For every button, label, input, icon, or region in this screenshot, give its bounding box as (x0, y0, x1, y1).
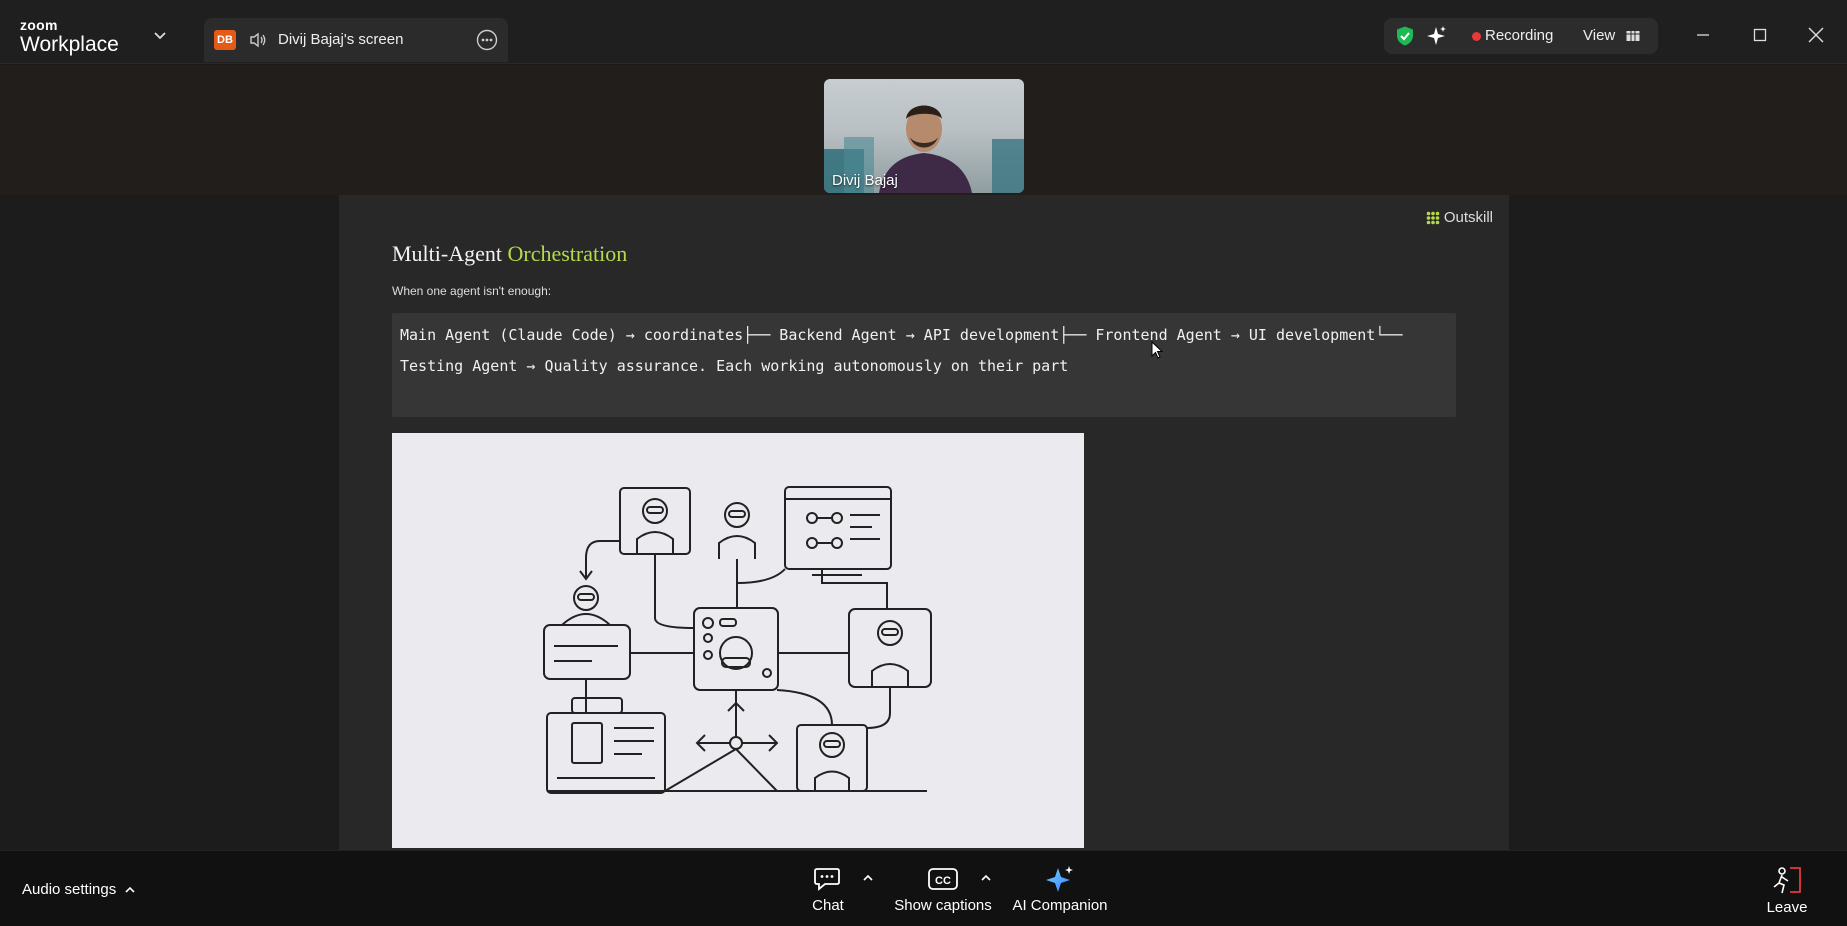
presenter-badge: DB (214, 30, 236, 50)
brand-logo: Outskill (1426, 209, 1493, 226)
code-block: Main Agent (Claude Code) → coordinates├─… (392, 313, 1456, 417)
ai-sparkle-icon[interactable] (1426, 25, 1448, 47)
captions-options-chevron-icon[interactable] (980, 873, 992, 883)
slide-title-main: Multi-Agent (392, 241, 502, 266)
code-line: Testing Agent → Quality assurance. Each … (400, 357, 1069, 375)
leave-label: Leave (1766, 899, 1808, 916)
chat-bubble-icon (814, 868, 840, 891)
view-button-label[interactable]: View (1583, 27, 1615, 44)
chat-label: Chat (812, 897, 844, 914)
leave-exit-icon (1773, 867, 1801, 894)
shared-screen-stage: Outskill Multi-Agent Orchestration When … (0, 195, 1847, 850)
maximize-icon[interactable] (1745, 20, 1775, 50)
show-captions-label: Show captions (894, 897, 992, 914)
ai-companion-sparkle-icon (1046, 866, 1073, 892)
zoom-workplace-logo: zoom Workplace (20, 18, 119, 55)
participant-video-tile[interactable]: Divij Bajaj (824, 79, 1024, 193)
slide-subtitle: When one agent isn't enough: (392, 284, 552, 298)
captions-icon-text: CC (935, 875, 951, 887)
more-options-icon[interactable] (476, 29, 498, 51)
participant-name-label: Divij Bajaj (832, 172, 898, 189)
minimize-icon[interactable] (1688, 20, 1718, 50)
video-strip: Divij Bajaj (0, 65, 1847, 195)
ai-companion-button[interactable]: AI Companion (1010, 865, 1110, 914)
chat-button[interactable]: Chat (808, 865, 848, 914)
chat-options-chevron-icon[interactable] (862, 873, 874, 883)
chevron-down-icon[interactable] (152, 30, 168, 42)
meeting-toolbar: Audio settings Chat CC Show captions AI … (0, 850, 1847, 926)
chevron-up-icon (125, 886, 135, 893)
code-line: Main Agent (Claude Code) → coordinates├─… (400, 326, 1403, 344)
screen-share-tab[interactable]: DB Divij Bajaj's screen (204, 18, 508, 62)
brand-label: Outskill (1443, 209, 1493, 226)
meeting-status-pill: Recording View (1384, 18, 1658, 54)
mouse-pointer-icon (1151, 341, 1163, 359)
leave-button[interactable]: Leave (1762, 865, 1812, 916)
slide-title-accent: Orchestration (507, 241, 628, 266)
view-grid-icon[interactable] (1626, 29, 1640, 43)
audio-settings-button[interactable]: Audio settings (22, 881, 136, 898)
presentation-slide: Outskill Multi-Agent Orchestration When … (339, 195, 1509, 850)
recording-label[interactable]: Recording (1485, 27, 1553, 44)
ai-companion-label: AI Companion (1012, 897, 1108, 914)
grid-dots-icon (1426, 211, 1440, 224)
security-shield-icon[interactable] (1394, 25, 1416, 47)
logo-zoom-text: zoom (20, 17, 58, 33)
audio-settings-label: Audio settings (22, 881, 117, 898)
speaker-icon[interactable] (248, 30, 268, 50)
logo-workplace-text: Workplace (20, 33, 119, 56)
slide-title: Multi-Agent Orchestration (392, 241, 627, 267)
share-tab-label: Divij Bajaj's screen (278, 31, 404, 48)
close-icon[interactable] (1801, 20, 1831, 50)
title-bar: zoom Workplace DB Divij Bajaj's screen R… (0, 0, 1847, 64)
recording-dot-icon (1472, 32, 1481, 41)
multi-agent-diagram-illustration (392, 433, 1084, 848)
closed-captions-icon: CC (928, 868, 958, 890)
